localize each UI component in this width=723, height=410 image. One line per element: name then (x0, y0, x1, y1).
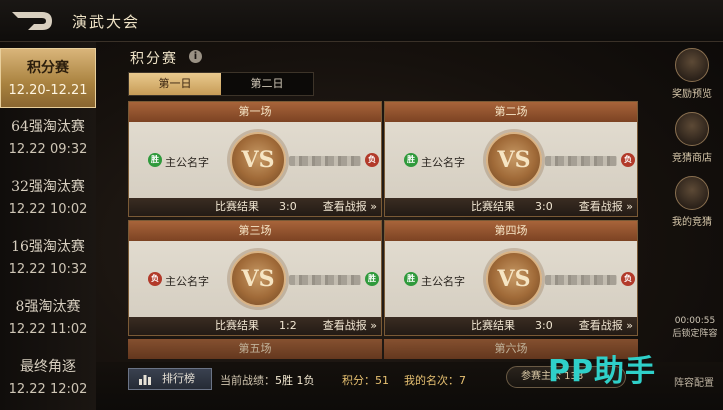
match-title: 第四场 (385, 221, 637, 241)
sidebar-item-label: 16强淘汰赛 (11, 239, 85, 255)
vs-emblem: VS (230, 251, 286, 307)
match-title: 第二场 (385, 102, 637, 122)
reward-preview-button[interactable]: 奖励预览 (662, 48, 722, 100)
match-card: 第一场 胜 主公名字 VS 负 比赛结果 3:0 查看战报 » (128, 101, 382, 217)
win-badge: 胜 (404, 272, 418, 286)
match-card: 第四场 胜 主公名字 VS 负 比赛结果 3:0 查看战报 » (384, 220, 638, 336)
sidebar-item-date: 12.22 10:02 (8, 202, 88, 217)
record-value: 5胜 1负 (275, 374, 315, 387)
opponent-name-blurred (289, 156, 361, 166)
opponent-name-blurred (545, 275, 617, 285)
reward-preview-label: 奖励预览 (672, 89, 712, 100)
my-rank-stat: 我的名次：7 (404, 372, 466, 388)
sidebar-item-top16[interactable]: 16强淘汰赛 12.22 10:32 (0, 228, 96, 288)
sidebar-item-date: 12.22 11:02 (8, 322, 88, 337)
bet-icon (675, 176, 709, 210)
sidebar-item-date: 12.22 12:02 (8, 382, 88, 397)
match-footer: 比赛结果 3:0 查看战报 » (385, 198, 637, 216)
leaderboard-label: 排行榜 (162, 372, 195, 385)
match-title: 第三场 (129, 221, 381, 241)
record-label: 当前战绩： (220, 374, 275, 387)
lose-badge: 负 (148, 272, 162, 286)
points-label: 积分： (342, 374, 375, 387)
match-footer: 比赛结果 3:0 查看战报 » (385, 317, 637, 335)
match-title-peek: 第五场 (128, 339, 382, 359)
tab-day-one[interactable]: 第一日 (129, 73, 221, 95)
match-score: 1:2 (279, 319, 297, 332)
lose-badge: 负 (621, 153, 635, 167)
section-title: 积分赛 (130, 51, 178, 67)
my-bets-button[interactable]: 我的竞猜 (662, 176, 722, 228)
match-score: 3:0 (279, 200, 297, 213)
view-report-link[interactable]: 查看战报 » (323, 198, 377, 216)
win-badge: 胜 (365, 272, 379, 286)
player-name: 主公名字 (421, 275, 465, 288)
leaderboard-button[interactable]: 排行榜 (128, 368, 212, 390)
match-footer: 比赛结果 3:0 查看战报 » (129, 198, 381, 216)
stage-sidebar: 积分赛 12.20-12.21 64强淘汰赛 12.22 09:32 32强淘汰… (0, 42, 96, 410)
lineup-countdown: 00:00:55 后锁定阵容 (668, 316, 722, 339)
match-score: 3:0 (535, 319, 553, 332)
watermark-logo: PP助手 (548, 354, 656, 389)
result-label: 比赛结果 (215, 200, 259, 213)
lineup-config-button[interactable]: 阵容配置 (674, 374, 714, 389)
info-icon[interactable]: i (189, 50, 202, 63)
current-record: 当前战绩：5胜 1负 (220, 372, 315, 388)
sidebar-item-date: 12.22 10:32 (8, 262, 88, 277)
countdown-note: 后锁定阵容 (672, 329, 718, 339)
top-bar: 演武大会 (0, 0, 723, 42)
countdown-timer: 00:00:55 (674, 316, 716, 326)
sidebar-item-date: 12.20-12.21 (8, 83, 88, 98)
result-label: 比赛结果 (471, 319, 515, 332)
sidebar-item-label: 8强淘汰赛 (15, 299, 81, 315)
opponent-name-blurred (545, 156, 617, 166)
win-badge: 胜 (404, 153, 418, 167)
result-label: 比赛结果 (471, 200, 515, 213)
lose-badge: 负 (365, 153, 379, 167)
vs-emblem: VS (486, 132, 542, 188)
view-report-link[interactable]: 查看战报 » (579, 317, 633, 335)
sidebar-item-top8[interactable]: 8强淘汰赛 12.22 11:02 (0, 288, 96, 348)
my-rank-label: 我的名次： (404, 374, 459, 387)
bet-shop-button[interactable]: 竞猜商店 (662, 112, 722, 164)
sidebar-item-label: 最终角逐 (20, 359, 76, 375)
match-card: 第二场 胜 主公名字 VS 负 比赛结果 3:0 查看战报 » (384, 101, 638, 217)
sidebar-item-top64[interactable]: 64强淘汰赛 12.22 09:32 (0, 108, 96, 168)
view-report-link[interactable]: 查看战报 » (579, 198, 633, 216)
bar-chart-icon (139, 375, 151, 385)
match-card: 第三场 负 主公名字 VS 胜 比赛结果 1:2 查看战报 » (128, 220, 382, 336)
player-name: 主公名字 (165, 156, 209, 169)
sidebar-item-top32[interactable]: 32强淘汰赛 12.22 10:02 (0, 168, 96, 228)
back-arrow-icon[interactable] (8, 6, 60, 36)
my-rank-value: 7 (459, 374, 466, 387)
points-stat: 积分：51 (342, 372, 389, 388)
player-name: 主公名字 (421, 156, 465, 169)
opponent-name-blurred (289, 275, 361, 285)
tab-day-two[interactable]: 第二日 (221, 73, 313, 95)
vs-emblem: VS (486, 251, 542, 307)
treasure-chest-icon (675, 48, 709, 82)
sidebar-item-final[interactable]: 最终角逐 12.22 12:02 (0, 348, 96, 408)
sidebar-item-label: 32强淘汰赛 (11, 179, 85, 195)
view-report-link[interactable]: 查看战报 » (323, 317, 377, 335)
lose-badge: 负 (621, 272, 635, 286)
sidebar-item-date: 12.22 09:32 (8, 142, 88, 157)
vs-emblem: VS (230, 132, 286, 188)
match-footer: 比赛结果 1:2 查看战报 » (129, 317, 381, 335)
win-badge: 胜 (148, 153, 162, 167)
player-name: 主公名字 (165, 275, 209, 288)
match-score: 3:0 (535, 200, 553, 213)
day-tabs: 第一日 第二日 (128, 72, 314, 96)
shop-icon (675, 112, 709, 146)
bet-shop-label: 竞猜商店 (672, 153, 712, 164)
my-bets-label: 我的竞猜 (672, 217, 712, 228)
result-label: 比赛结果 (215, 319, 259, 332)
match-title: 第一场 (129, 102, 381, 122)
page-title: 演武大会 (72, 13, 141, 31)
points-value: 51 (375, 374, 389, 387)
sidebar-item-points-round[interactable]: 积分赛 12.20-12.21 (0, 48, 96, 108)
sidebar-item-label: 64强淘汰赛 (11, 119, 85, 135)
sidebar-item-label: 积分赛 (27, 60, 69, 76)
